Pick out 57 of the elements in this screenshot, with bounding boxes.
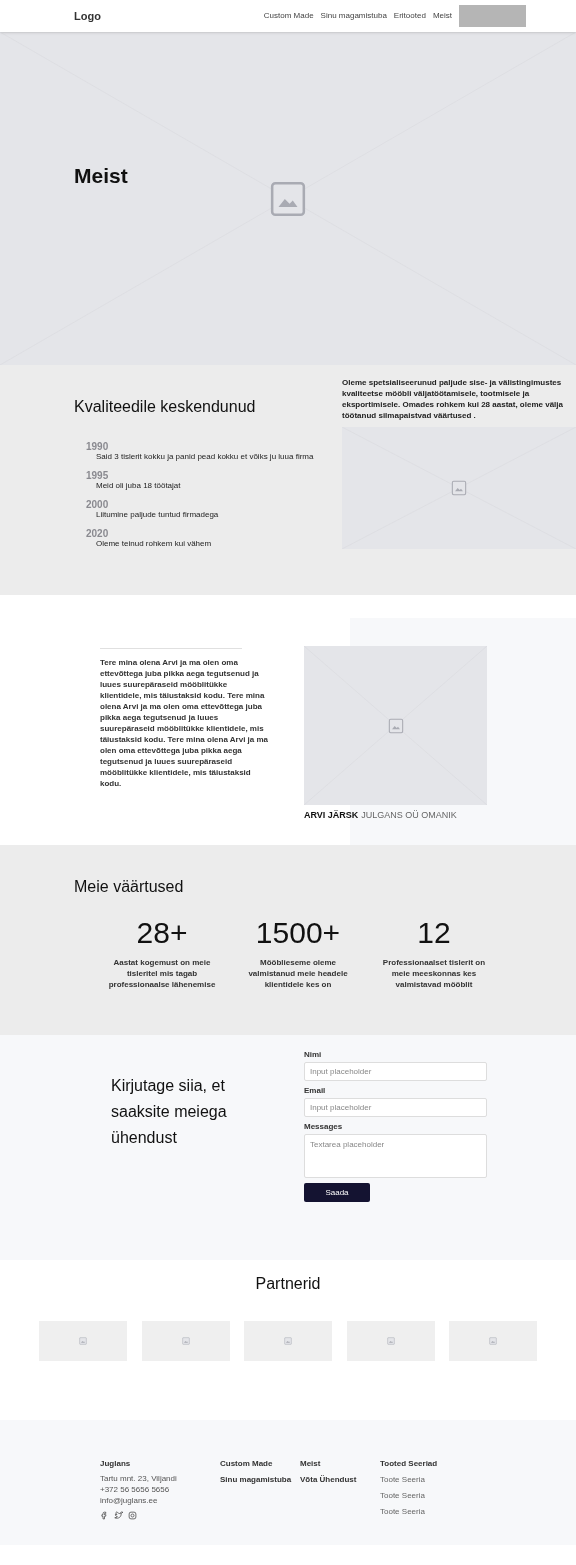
footer-link[interactable]: Custom Made [220, 1458, 300, 1470]
field-label: Messages [304, 1122, 344, 1132]
timeline-text: Liitumine paljude tuntud firmadega [95, 510, 220, 520]
stat-description: Mööblieseme oleme valmistanud meie headele klientidele kes on [247, 957, 349, 990]
timeline-year: 1995 [86, 470, 110, 481]
nav-link[interactable]: Sinu magamistuba [320, 10, 387, 22]
stat-description: Aastat kogemust on meie tisleritel mis tagab professionaalse lähenemise [107, 957, 217, 990]
timeline-text: Said 3 tislerit kokku ja panid pead kokku et võiks ju luua firma [95, 452, 315, 462]
instagram-icon[interactable] [128, 1511, 137, 1520]
timeline-text: Meid oli juba 18 töötajat [95, 481, 182, 491]
owner-bio: Tere mina olena Arvi ja ma olen oma ettevõttega juba pikka aega tegutsenud ja luues suurepäraseid mööblitükke klientidele, mis täiustaksid kodu. Tere mina olena Arvi ja ma olen oma ettevõttega juba pikka aega tegutsenud ja luues suurepäraseid mööblitükke klientidele, mis täiustaksid kodu. Tere mina olena Arvi ja ma olen oma ettevõttega juba pikka aega tegutsenud ja luues suurepäraseid mööblitükke klientidele, mis täiustaksid kodu. [100, 657, 270, 789]
timeline-year: 2000 [86, 499, 110, 510]
image-icon [181, 1337, 190, 1345]
footer-email: info@juglans.ee [100, 1495, 159, 1506]
footer-link[interactable]: Võta Ühendust [300, 1474, 380, 1486]
image-icon [284, 1337, 292, 1345]
field-label: Nimi [304, 1050, 323, 1060]
facebook-icon[interactable] [100, 1511, 109, 1520]
stat-number: 1500+ [255, 915, 341, 951]
image-icon [451, 480, 467, 496]
logo[interactable]: Logo [74, 7, 101, 25]
footer-link[interactable]: Toote Seeria [380, 1474, 460, 1486]
section-title: Partnerid [254, 1274, 322, 1294]
intro-paragraph: Oleme spetsialiseerunud paljude sise- ja välistingimustes kvaliteetse mööbli väljatöötamisele, tootmisele ja eksportimisele. Omades rohkem kui 28 aastat, oleme välja töötanud silmapaistvad väärtused . [342, 377, 564, 421]
footer-link[interactable]: Tooted Seeriad [380, 1458, 460, 1470]
text-field[interactable]: Input placeholder [304, 1062, 487, 1081]
timeline-year: 2020 [86, 528, 110, 539]
footer-link[interactable]: Toote Seeria [380, 1490, 460, 1502]
stat-number: 28+ [136, 915, 188, 951]
footer-link[interactable]: Meist [300, 1458, 380, 1470]
footer-link[interactable]: Toote Seeria [380, 1506, 460, 1518]
submit-button[interactable]: Saada [304, 1183, 370, 1202]
contact-title: Kirjutage siia, et saaksite meiega ühendust [110, 1076, 228, 1148]
image-icon [489, 1337, 497, 1345]
nav-link[interactable]: Custom Made [263, 10, 314, 22]
message-field[interactable]: Textarea placeholder [304, 1134, 487, 1178]
section-title: Meie väärtused [74, 877, 185, 897]
owner-name: ARVI JÄRSK [304, 809, 359, 822]
image-icon [79, 1337, 87, 1345]
footer-address: Tartu mnt. 23, Viljandi [100, 1473, 178, 1484]
nav-link[interactable]: Meist [432, 10, 452, 22]
nav-link[interactable]: Eritooted [393, 10, 426, 22]
text-field[interactable]: Input placeholder [304, 1098, 487, 1117]
timeline-year: 1990 [86, 441, 110, 452]
twitter-icon[interactable] [114, 1511, 123, 1520]
timeline-text: Oleme teinud rohkem kui vähem [95, 539, 213, 549]
image-icon [269, 179, 307, 218]
section-title: Kvaliteedile keskendunud [74, 397, 257, 417]
footer-brand: Juglans [100, 1458, 132, 1470]
owner-role: JULGANS OÜ OMANIK [361, 809, 457, 822]
stat-description: Professionaalset tislerit on meie meeskonnas kes valmistavad mööblit [381, 957, 487, 990]
footer-link[interactable]: Sinu magamistuba [220, 1474, 300, 1486]
stat-number: 12 [417, 915, 451, 951]
hero-title: Meist [74, 163, 128, 189]
field-label: Email [304, 1086, 327, 1096]
footer-phone: +372 56 5656 5656 [100, 1484, 171, 1495]
image-icon [386, 1337, 395, 1345]
